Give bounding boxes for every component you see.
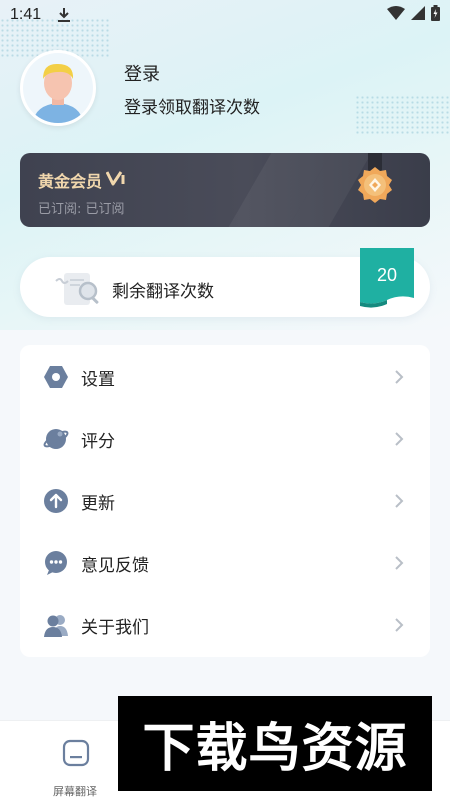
status-time: 1:41 bbox=[10, 6, 42, 23]
menu-item-about[interactable]: 关于我们 bbox=[20, 594, 430, 656]
download-icon bbox=[57, 7, 71, 23]
login-subtitle[interactable]: 登录领取翻译次数 bbox=[124, 93, 260, 118]
membership-title: 黄金会员 bbox=[38, 168, 128, 192]
menu-item-rating[interactable]: 评分 bbox=[20, 408, 430, 470]
login-title[interactable]: 登录 bbox=[124, 60, 160, 86]
tab-screen-translate[interactable]: 屏幕翻译 bbox=[40, 735, 110, 798]
vip-icon bbox=[105, 170, 128, 191]
chat-bubble-icon bbox=[43, 550, 69, 576]
menu-label: 设置 bbox=[81, 369, 115, 390]
chevron-right-icon bbox=[394, 555, 404, 571]
avatar[interactable] bbox=[20, 50, 96, 126]
users-icon bbox=[43, 612, 69, 638]
menu-label: 评分 bbox=[81, 431, 115, 452]
menu-item-feedback[interactable]: 意见反馈 bbox=[20, 532, 430, 594]
signal-icon bbox=[411, 6, 425, 24]
menu-label: 意见反馈 bbox=[81, 555, 149, 576]
chevron-right-icon bbox=[394, 369, 404, 385]
menu-label: 更新 bbox=[81, 493, 115, 514]
screen-translate-icon bbox=[62, 739, 90, 771]
medal-icon bbox=[350, 153, 400, 217]
decorative-dots bbox=[355, 95, 450, 135]
watermark-text: 下载鸟资源 bbox=[142, 719, 408, 779]
tab-label: 屏幕翻译 bbox=[53, 785, 97, 798]
status-icons bbox=[387, 5, 440, 25]
gold-membership-card[interactable]: 黄金会员 已订阅: 已订阅 bbox=[20, 153, 430, 227]
menu-card: 设置 评分 更新 意见反馈 关于我们 bbox=[20, 345, 430, 657]
chevron-right-icon bbox=[394, 493, 404, 509]
settings-hex-icon bbox=[43, 364, 69, 390]
remaining-count: 20 bbox=[376, 265, 398, 285]
wifi-icon bbox=[387, 6, 405, 24]
status-bar: 1:41 bbox=[0, 0, 450, 30]
menu-item-settings[interactable]: 设置 bbox=[20, 346, 430, 408]
chevron-right-icon bbox=[394, 431, 404, 447]
battery-icon bbox=[431, 5, 440, 25]
translate-magnifier-icon bbox=[52, 267, 104, 309]
membership-title-text: 黄金会员 bbox=[38, 172, 103, 191]
remaining-label: 剩余翻译次数 bbox=[112, 282, 214, 302]
watermark-banner: 下载鸟资源 bbox=[118, 696, 432, 791]
menu-item-update[interactable]: 更新 bbox=[20, 470, 430, 532]
arrow-up-circle-icon bbox=[43, 488, 69, 514]
chevron-right-icon bbox=[394, 617, 404, 633]
menu-label: 关于我们 bbox=[81, 617, 149, 638]
planet-icon bbox=[43, 426, 69, 452]
membership-subtitle: 已订阅: 已订阅 bbox=[38, 202, 125, 217]
